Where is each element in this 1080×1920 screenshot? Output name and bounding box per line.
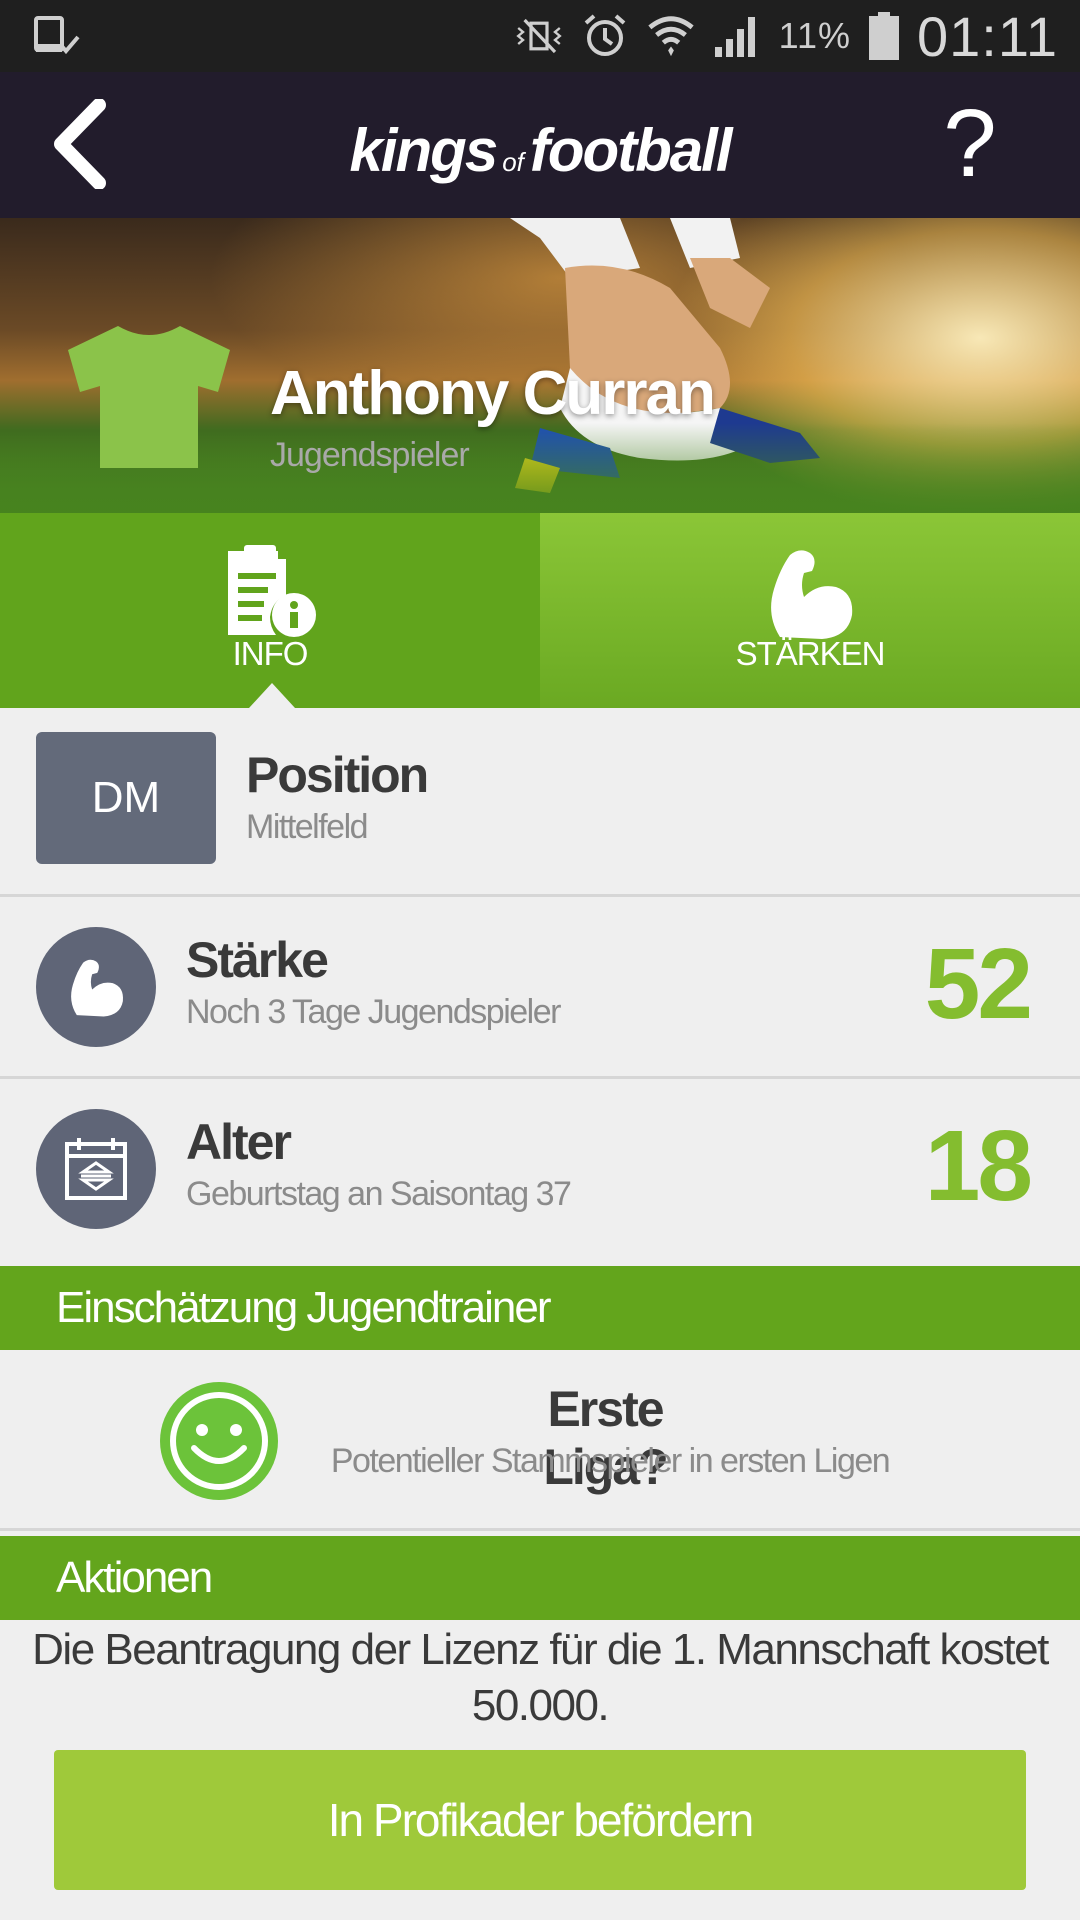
- vibrate-mute-icon: [515, 12, 563, 60]
- active-tab-indicator: [249, 683, 295, 708]
- document-info-icon: [228, 545, 316, 637]
- age-title: Alter: [186, 1114, 292, 1170]
- logo-kings: kings: [349, 117, 498, 184]
- shirt-icon: [68, 326, 230, 468]
- age-value: 18: [924, 1110, 1033, 1222]
- strength-icon-circle: [36, 927, 156, 1047]
- actions-header: Aktionen: [0, 1536, 1080, 1620]
- battery-icon: [869, 12, 900, 60]
- promote-to-pro-squad-button[interactable]: In Profikader befördern: [54, 1750, 1026, 1890]
- strength-value: 52: [924, 928, 1033, 1040]
- coach-assessment-subtitle: Potentieller Stammspieler in ersten Lige…: [330, 1442, 891, 1480]
- flexed-arm-icon: [771, 550, 853, 639]
- signal-icon: [713, 12, 761, 60]
- tab-staerken-label: STÄRKEN: [735, 635, 886, 672]
- player-tabs: INFO STÄRKEN: [0, 513, 1080, 708]
- logo-football: football: [529, 117, 733, 184]
- wifi-icon: [647, 12, 695, 60]
- divider: [0, 1528, 1080, 1531]
- tab-info[interactable]: INFO: [0, 513, 540, 708]
- strength-subtitle: Noch 3 Tage Jugendspieler: [186, 993, 561, 1031]
- player-role: Jugendspieler: [270, 436, 470, 474]
- tab-info-label: INFO: [232, 635, 309, 672]
- calendar-icon: [65, 1138, 127, 1200]
- player-hero-banner: Anthony Curran Jugendspieler: [0, 218, 1080, 513]
- age-icon-circle: [36, 1109, 156, 1229]
- smiley-icon: [160, 1382, 278, 1500]
- license-cost-text: Die Beantragung der Lizenz für die 1. Ma…: [32, 1625, 1049, 1730]
- coach-assessment-header: Einschätzung Jugendtrainer: [0, 1266, 1080, 1350]
- position-title: Position: [246, 747, 429, 803]
- position-subtitle: Mittelfeld: [246, 808, 369, 846]
- tab-staerken[interactable]: STÄRKEN: [540, 513, 1080, 708]
- battery-percent: 11%: [778, 15, 852, 56]
- help-button[interactable]: ?: [920, 90, 1020, 197]
- app-header: kings of football ?: [0, 72, 1080, 218]
- position-badge: DM: [36, 732, 216, 864]
- age-row: Alter Geburtstag an Saisontag 37 18: [0, 1079, 1080, 1259]
- logo-of: of: [502, 147, 524, 177]
- strength-title: Stärke: [186, 932, 329, 988]
- status-bar: 11% 01:11: [0, 0, 1080, 72]
- player-name: Anthony Curran: [270, 359, 716, 428]
- clock: 01:11: [917, 4, 1058, 68]
- alarm-icon: [581, 12, 629, 60]
- position-row: DM Position Mittelfeld: [0, 708, 1080, 896]
- download-complete-icon: [34, 14, 80, 60]
- app-logo: kings of football: [0, 116, 1080, 185]
- flexed-arm-icon: [71, 959, 124, 1017]
- age-subtitle: Geburtstag an Saisontag 37: [186, 1175, 572, 1213]
- strength-row: Stärke Noch 3 Tage Jugendspieler 52: [0, 897, 1080, 1077]
